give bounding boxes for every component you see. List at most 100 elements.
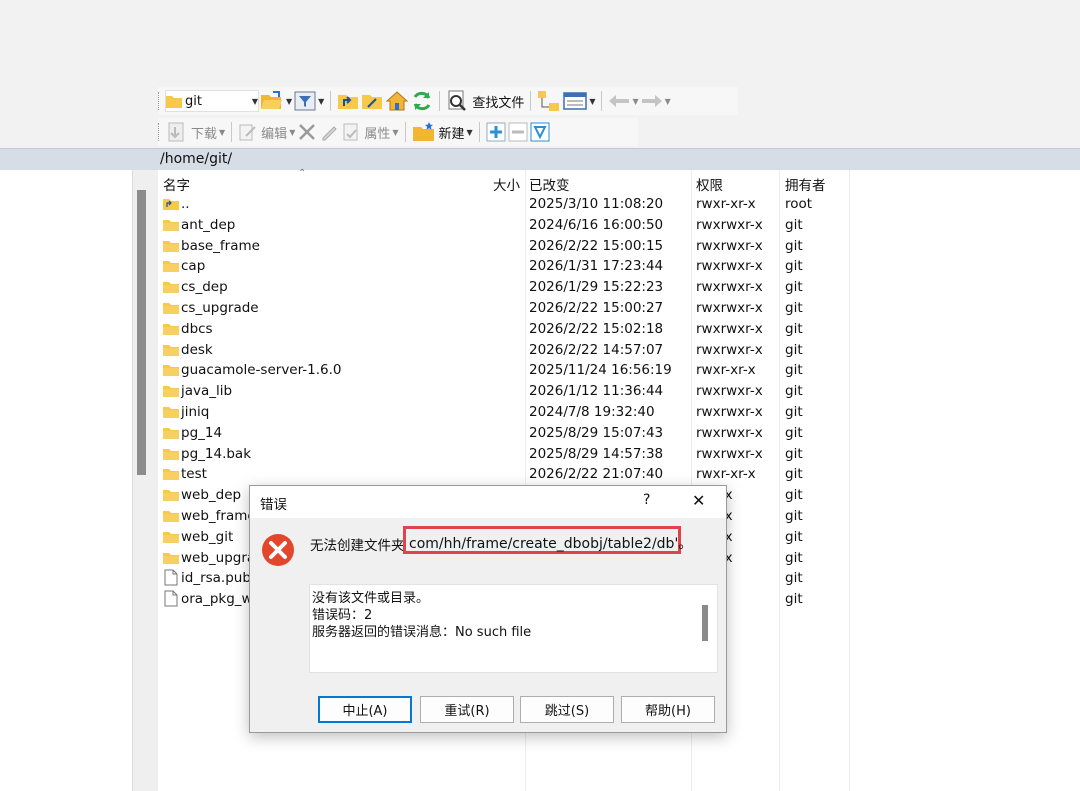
file-owner: root (785, 196, 813, 212)
column-header-changed[interactable]: 已改变 (529, 174, 570, 194)
select-add-button[interactable] (486, 121, 506, 143)
file-row[interactable]: desk 2026/2/22 14:57:07 rwxrwxr-x git (158, 340, 1080, 361)
file-row[interactable]: .. 2025/3/10 11:08:20 rwxr-xr-x root (158, 194, 1080, 215)
new-label: 新建 (438, 126, 465, 142)
file-name: cap (181, 258, 206, 275)
find-files-label: 查找文件 (472, 95, 525, 111)
download-button[interactable]: 下载 ▼ (166, 121, 225, 143)
file-row[interactable]: test 2026/2/22 21:07:40 rwxr-xr-x git (158, 464, 1080, 485)
file-row[interactable]: guacamole-server-1.6.0 2025/11/24 16:56:1… (158, 360, 1080, 381)
path-selector[interactable]: git ▼ (165, 90, 259, 112)
file-name: .. (181, 196, 190, 212)
folder-icon (163, 448, 179, 460)
filter-select-button[interactable] (530, 121, 550, 143)
abort-button[interactable]: 中止(A) (318, 696, 412, 723)
chevron-down-icon[interactable]: ▼ (289, 128, 295, 137)
chevron-down-icon[interactable]: ▼ (589, 97, 595, 106)
parent-folder-icon (163, 199, 179, 210)
column-header-name[interactable]: 名字 (163, 174, 190, 194)
file-row[interactable]: pg_14.bak 2025/8/29 14:57:38 rwxrwxr-x git (158, 444, 1080, 465)
parent-directory-button[interactable] (337, 90, 359, 112)
file-owner: git (785, 508, 803, 524)
column-header-owner[interactable]: 拥有者 (785, 174, 826, 194)
chevron-down-icon[interactable]: ▼ (467, 128, 473, 137)
file-rights: rwxr-xr-x (696, 362, 756, 379)
toolbar-separator (439, 91, 441, 111)
chevron-down-icon[interactable]: ▼ (286, 97, 292, 106)
find-files-button[interactable]: 查找文件 (446, 90, 524, 112)
home-directory-button[interactable] (385, 90, 409, 112)
file-row[interactable]: cap 2026/1/31 17:23:44 rwxrwxr-x git (158, 256, 1080, 277)
chevron-down-icon[interactable]: ▼ (392, 128, 398, 137)
details-scrollbar-thumb[interactable] (702, 605, 708, 641)
file-name: web_git (181, 528, 234, 545)
close-icon[interactable]: ✕ (692, 491, 705, 510)
folder-icon (163, 469, 179, 481)
scrollbar-thumb[interactable] (137, 190, 146, 475)
file-row[interactable]: base_frame 2026/2/22 15:00:15 rwxrwxr-x git (158, 236, 1080, 257)
folder-icon (163, 261, 179, 273)
properties-icon (343, 123, 358, 141)
file-rights: rwxrwxr-x (696, 404, 763, 420)
toolbar-main: git ▼ ▼ ▼ 查找文件 ▼ ▼ ▼ (158, 87, 738, 115)
file-row[interactable]: ant_dep 2024/6/16 16:00:50 rwxrwxr-x git (158, 215, 1080, 236)
file-row[interactable]: dbcs 2026/2/22 15:02:18 rwxrwxr-x git (158, 319, 1080, 340)
edit-button[interactable]: 编辑 ▼ (238, 121, 295, 143)
file-changed: 2026/2/22 15:02:18 (529, 320, 664, 337)
open-folder-button[interactable]: ▼ (260, 90, 292, 112)
file-owner: git (785, 549, 803, 566)
chevron-down-icon[interactable]: ▼ (219, 128, 225, 137)
filter-button[interactable]: ▼ (294, 90, 324, 112)
select-remove-button[interactable] (508, 121, 528, 143)
skip-button[interactable]: 跳过(S) (520, 696, 614, 723)
forward-button[interactable]: ▼ (641, 90, 671, 112)
file-row[interactable]: pg_14 2025/8/29 15:07:43 rwxrwxr-x git (158, 423, 1080, 444)
retry-button[interactable]: 重试(R) (420, 696, 514, 723)
error-detail-line: 错误码：2 (312, 608, 373, 623)
top-background (0, 0, 1080, 86)
file-name: cs_dep (181, 279, 228, 296)
folder-icon (166, 96, 182, 108)
file-name: ora_pkg_w (181, 591, 253, 608)
tree-view-button[interactable] (537, 90, 561, 112)
root-directory-button[interactable] (361, 90, 383, 112)
column-header-rights[interactable]: 权限 (696, 174, 723, 194)
file-row[interactable]: jiniq 2024/7/8 19:32:40 rwxrwxr-x git (158, 402, 1080, 423)
find-files-icon (448, 90, 467, 111)
back-arrow-icon (609, 95, 630, 107)
current-path[interactable]: /home/git/ (160, 151, 232, 167)
view-mode-button[interactable]: ▼ (563, 90, 595, 112)
file-rights: rwxrwxr-x (696, 445, 763, 462)
dialog-titlebar: 错误 ? ✕ (250, 486, 726, 518)
folder-icon (163, 511, 179, 522)
file-row[interactable]: cs_dep 2026/1/29 15:22:23 rwxrwxr-x git (158, 277, 1080, 298)
file-changed: 2026/1/31 17:23:44 (529, 258, 664, 275)
file-name: dbcs (181, 320, 213, 337)
rename-button[interactable] (319, 121, 339, 143)
chevron-down-icon[interactable]: ▼ (252, 97, 258, 106)
chevron-down-icon[interactable]: ▼ (318, 97, 324, 106)
sort-ascending-icon: ⌃ (298, 168, 307, 179)
plus-icon (486, 122, 506, 142)
new-button[interactable]: 新建 ▼ (412, 121, 473, 143)
file-rights: rwxrwxr-x (696, 341, 763, 358)
funnel-icon (530, 122, 550, 142)
help-icon[interactable]: ? (643, 492, 650, 508)
file-row[interactable]: cs_upgrade 2026/2/22 15:00:27 rwxrwxr-x git (158, 298, 1080, 319)
column-header-size[interactable]: 大小 (493, 174, 520, 194)
error-details-box[interactable]: 没有该文件或目录。 错误码：2 服务器返回的错误消息：No such file (309, 584, 718, 673)
properties-button[interactable]: 属性 ▼ (341, 121, 399, 143)
refresh-button[interactable] (411, 90, 433, 112)
help-button[interactable]: 帮助(H) (621, 696, 715, 723)
file-rights: rwxr-xr-x (696, 196, 756, 212)
file-name: ant_dep (181, 216, 236, 233)
chevron-down-icon[interactable]: ▼ (665, 97, 671, 106)
chevron-down-icon[interactable]: ▼ (632, 97, 638, 106)
error-detail-line: 没有该文件或目录。 (312, 591, 430, 606)
file-owner: git (785, 216, 803, 233)
file-name: test (181, 466, 207, 483)
delete-button[interactable] (297, 121, 317, 143)
filter-icon (294, 91, 316, 111)
back-button[interactable]: ▼ (608, 90, 639, 112)
file-row[interactable]: java_lib 2026/1/12 11:36:44 rwxrwxr-x git (158, 381, 1080, 402)
